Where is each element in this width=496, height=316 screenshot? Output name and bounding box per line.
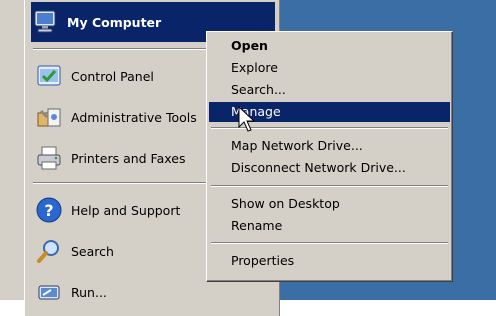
mouse-cursor-icon	[238, 106, 256, 132]
context-item-search[interactable]: Search...	[209, 80, 450, 100]
my-computer-icon	[31, 8, 59, 36]
run-icon	[35, 278, 63, 306]
svg-text:?: ?	[44, 201, 53, 220]
context-item-rename[interactable]: Rename	[209, 216, 450, 236]
start-item-label: Control Panel	[71, 68, 154, 84]
context-item-explore[interactable]: Explore	[209, 58, 450, 78]
context-menu-separator	[211, 242, 448, 244]
control-panel-icon	[35, 62, 63, 90]
search-icon	[35, 237, 63, 265]
context-item-map-network-drive[interactable]: Map Network Drive...	[209, 136, 450, 156]
context-item-show-on-desktop[interactable]: Show on Desktop	[209, 194, 450, 214]
context-menu-separator	[211, 185, 448, 187]
context-menu: Open Explore Search... Manage Map Networ…	[206, 31, 453, 282]
window-background-left	[0, 0, 24, 316]
administrative-tools-icon	[35, 103, 63, 131]
start-item-label: Printers and Faxes	[71, 150, 186, 166]
help-icon: ?	[35, 196, 63, 224]
context-item-properties[interactable]: Properties	[209, 251, 450, 271]
context-item-open[interactable]: Open	[209, 36, 450, 56]
start-item-label: My Computer	[67, 14, 162, 30]
start-item-label: Administrative Tools	[71, 109, 197, 125]
start-item-label: Run...	[71, 284, 107, 300]
start-item-label: Search	[71, 243, 114, 259]
printer-icon	[35, 144, 63, 172]
start-item-label: Help and Support	[71, 202, 181, 218]
context-item-disconnect-network-drive[interactable]: Disconnect Network Drive...	[209, 158, 450, 178]
